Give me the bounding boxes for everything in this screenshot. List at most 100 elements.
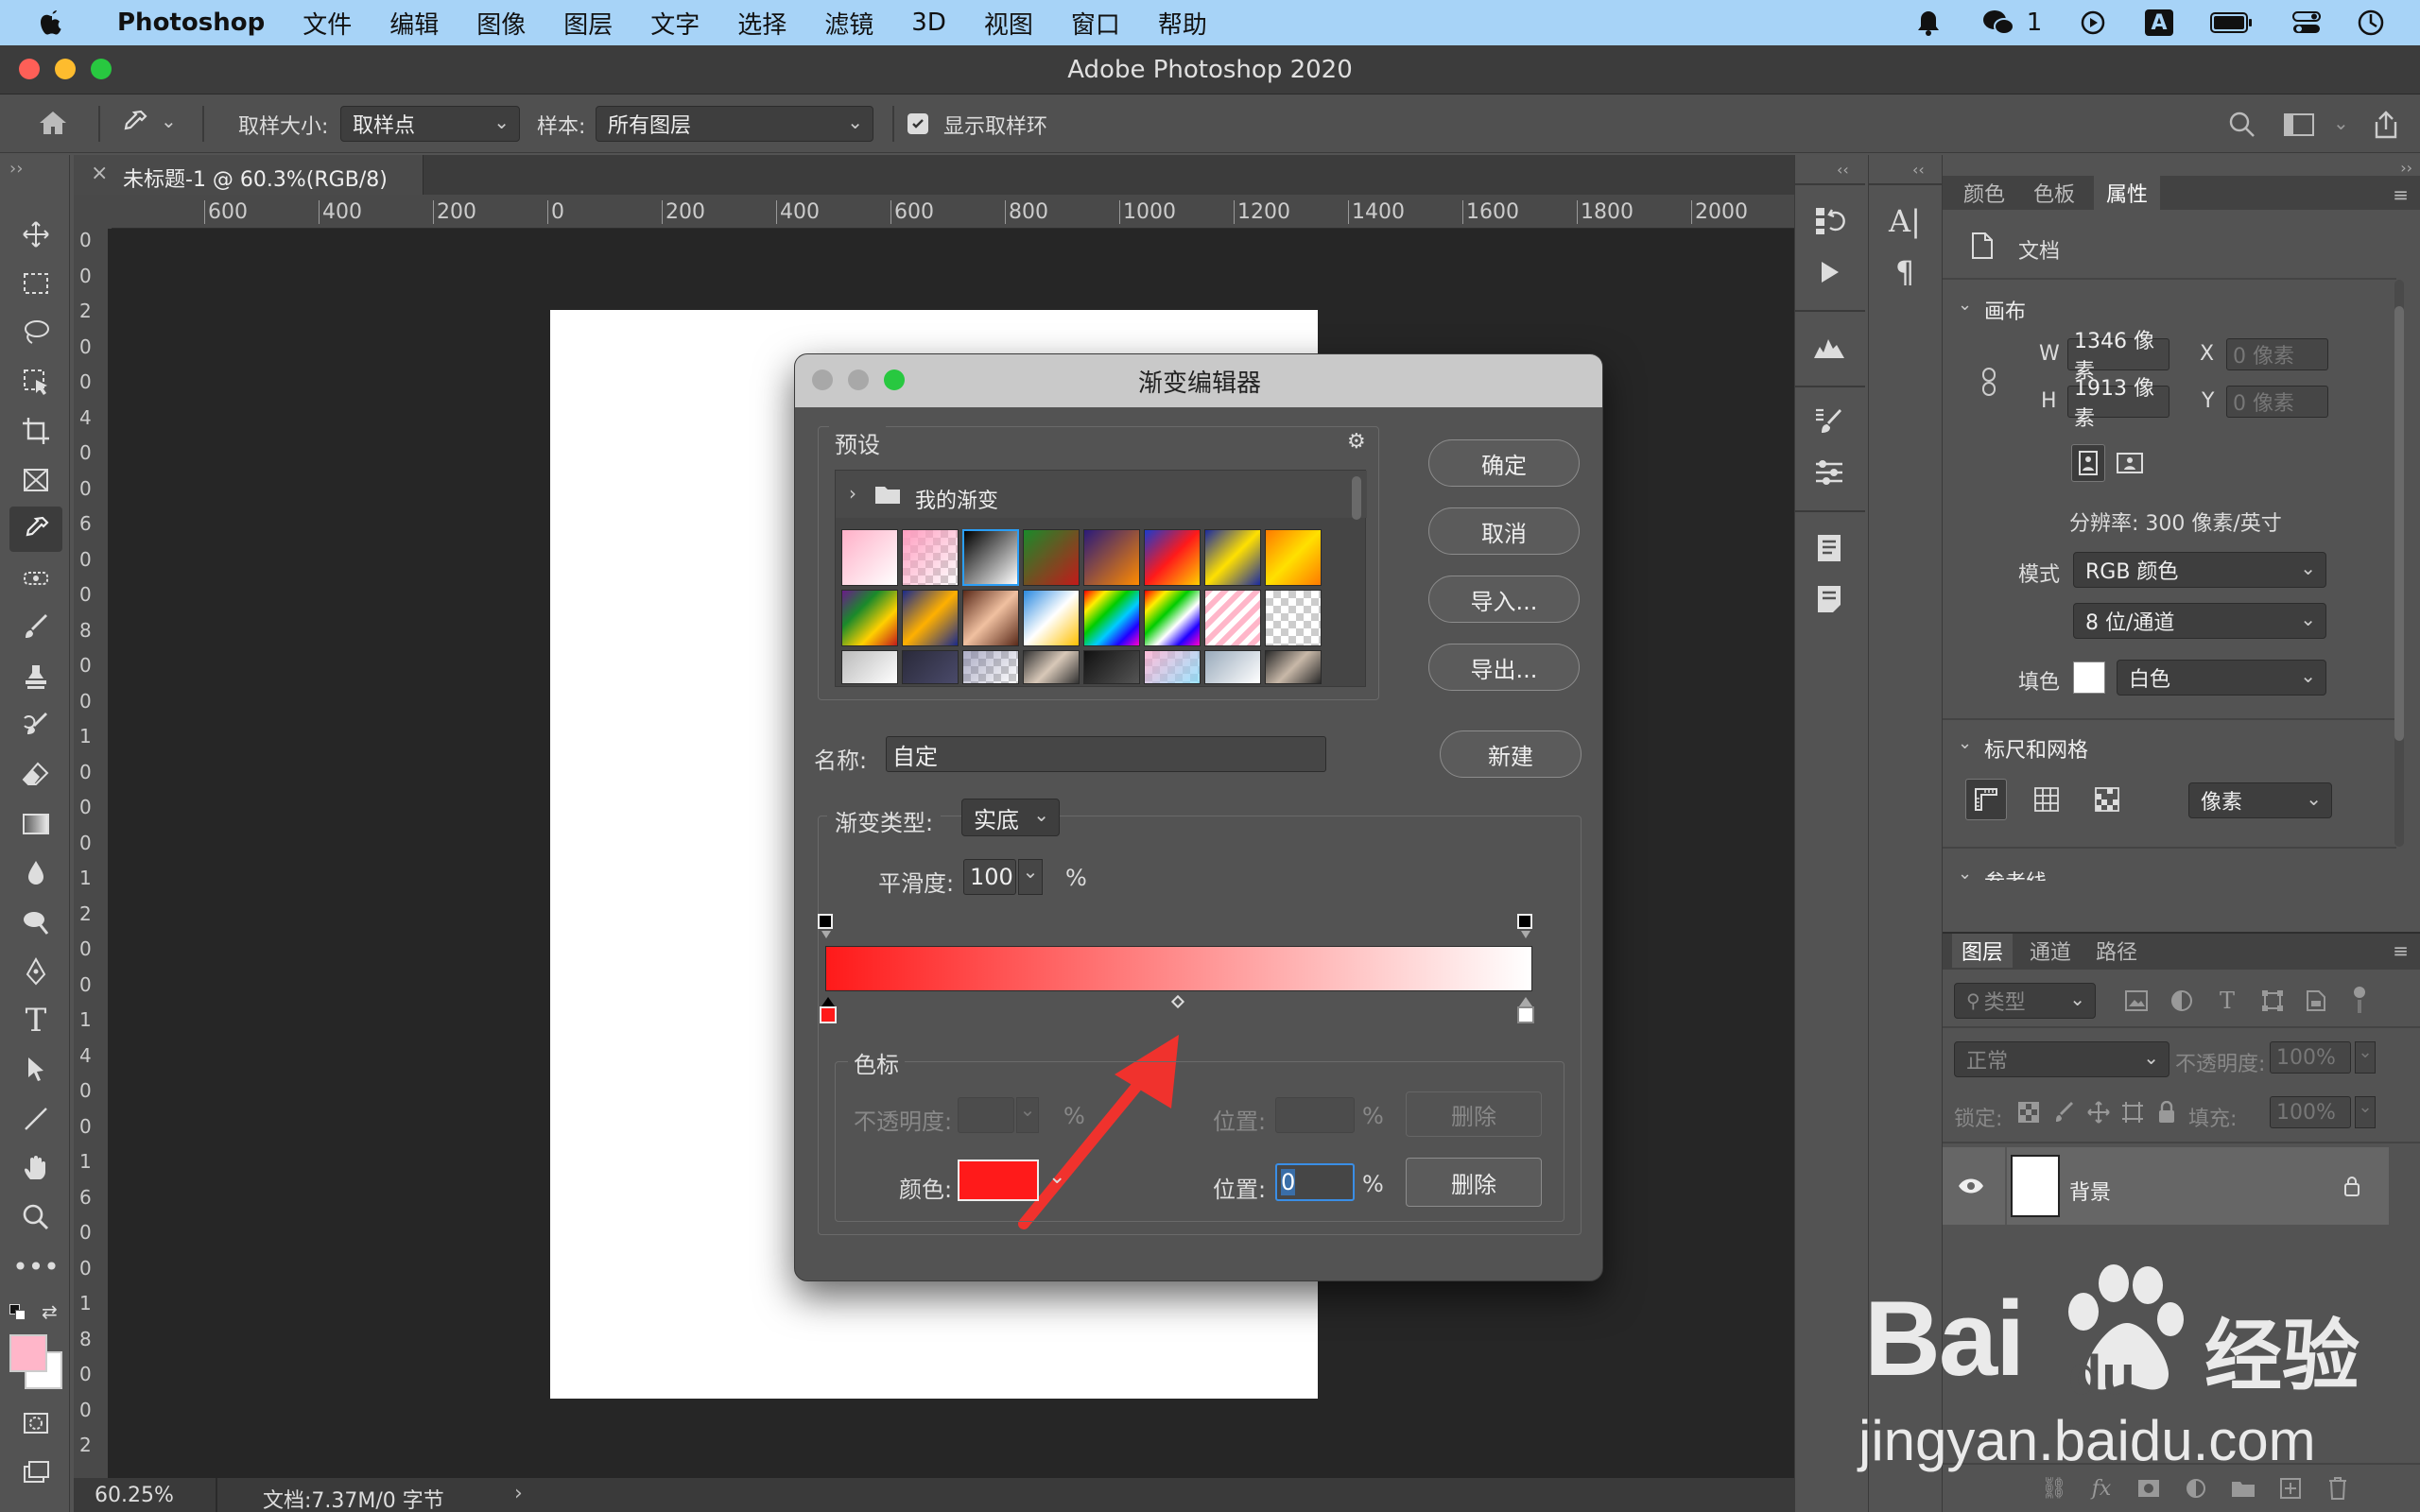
menu-image[interactable]: 图像: [476, 6, 526, 41]
gradient-preset-swatch[interactable]: [1265, 529, 1322, 586]
gradient-preset-swatch[interactable]: [1204, 529, 1261, 586]
properties-scrollbar[interactable]: [2394, 280, 2404, 847]
eyedropper-tool-icon[interactable]: [115, 104, 153, 142]
app-menu[interactable]: Photoshop: [117, 9, 265, 37]
hand-tool-icon[interactable]: [17, 1149, 55, 1187]
width-input[interactable]: 1346 像素: [2067, 330, 2169, 384]
lasso-tool-icon[interactable]: [17, 314, 55, 352]
menu-window[interactable]: 窗口: [1071, 6, 1120, 41]
fill-opacity-chevron-icon[interactable]: ⌄: [2355, 1096, 2376, 1128]
close-tab-icon[interactable]: ×: [91, 162, 108, 185]
adjustments-panel-icon[interactable]: [1810, 454, 1848, 491]
gradient-preset-swatch[interactable]: [1204, 590, 1261, 646]
fill-opacity-input[interactable]: 100%: [2270, 1096, 2351, 1128]
screen-mode-icon[interactable]: [17, 1453, 55, 1491]
filter-pixel-icon[interactable]: [2120, 985, 2152, 1017]
opacity-stop-left[interactable]: [818, 914, 833, 929]
x-input[interactable]: 0 像素: [2226, 338, 2328, 370]
eyedropper-tool-icon[interactable]: [9, 507, 62, 552]
history-panel-icon[interactable]: [1810, 202, 1848, 240]
tab-channels[interactable]: 通道: [2020, 934, 2081, 968]
menu-view[interactable]: 视图: [984, 6, 1033, 41]
gradient-preset-swatch[interactable]: [902, 590, 959, 646]
gradient-tool-icon[interactable]: [17, 805, 55, 843]
actions-panel-icon[interactable]: [1810, 253, 1848, 291]
sample-select[interactable]: 所有图层 ⌄: [596, 106, 873, 142]
dialog-close-button[interactable]: [812, 369, 833, 390]
new-button[interactable]: 新建: [1440, 730, 1582, 778]
dialog-minimize-button[interactable]: [848, 369, 869, 390]
rulers-section-chevron-icon[interactable]: ⌄: [1958, 733, 1972, 753]
marquee-tool-icon[interactable]: [17, 265, 55, 302]
gradient-preset-swatch[interactable]: [1083, 529, 1140, 586]
document-tab[interactable]: × 未标题-1 @ 60.3%(RGB/8): [74, 155, 424, 195]
gradient-preview-bar[interactable]: [825, 946, 1532, 991]
gradient-preset-swatch[interactable]: [1204, 650, 1261, 684]
y-input[interactable]: 0 像素: [2226, 386, 2328, 418]
blur-tool-icon[interactable]: [17, 854, 55, 892]
gradient-preset-swatch[interactable]: [902, 650, 959, 684]
gradient-preset-swatch[interactable]: [1023, 529, 1080, 586]
tab-properties[interactable]: 属性: [2094, 176, 2160, 210]
smoothness-chevron-icon[interactable]: ⌄: [1018, 859, 1043, 895]
collapse-strip-icon[interactable]: ‹‹: [1837, 161, 1849, 179]
bit-depth-select[interactable]: 8 位/通道 ⌄: [2073, 603, 2326, 639]
lock-artboard-icon[interactable]: [2118, 1098, 2147, 1126]
menu-filter[interactable]: 滤镜: [824, 6, 873, 41]
collapse-strip-icon[interactable]: ‹‹: [1912, 161, 1925, 179]
status-menu-arrow-icon[interactable]: ›: [514, 1482, 523, 1505]
menu-3d[interactable]: 3D: [911, 9, 946, 37]
eraser-tool-icon[interactable]: [17, 756, 55, 794]
history-brush-tool-icon[interactable]: [17, 707, 55, 745]
type-tool-icon[interactable]: T: [17, 1002, 55, 1040]
cancel-button[interactable]: 取消: [1428, 507, 1580, 555]
gradient-preset-swatch[interactable]: [841, 529, 898, 586]
zoom-tool-icon[interactable]: [17, 1198, 55, 1236]
battery-icon[interactable]: [2208, 0, 2256, 45]
expand-toolbar-icon[interactable]: ››: [9, 159, 23, 179]
tool-preset-chevron-icon[interactable]: ⌄: [161, 110, 177, 132]
smoothness-input[interactable]: 100: [963, 859, 1016, 895]
menu-type[interactable]: 文字: [650, 6, 700, 41]
tab-color[interactable]: 颜色: [1954, 176, 2014, 210]
dialog-zoom-button[interactable]: [884, 369, 905, 390]
filter-smart-object-icon[interactable]: [2300, 985, 2332, 1017]
color-stop-right[interactable]: [1517, 1006, 1534, 1023]
control-center-icon[interactable]: [2288, 0, 2325, 45]
tab-layers[interactable]: 图层: [1952, 934, 2013, 968]
gradient-preset-swatch[interactable]: [841, 650, 898, 684]
link-dimensions-icon[interactable]: [1977, 365, 2001, 399]
brush-tool-icon[interactable]: [17, 609, 55, 646]
height-input[interactable]: 1913 像素: [2067, 377, 2169, 431]
brush-settings-icon[interactable]: [1810, 403, 1848, 440]
object-select-tool-icon[interactable]: [17, 363, 55, 401]
pixel-grid-toggle-icon[interactable]: [2086, 779, 2128, 820]
path-selection-tool-icon[interactable]: [17, 1051, 55, 1089]
workspace-chevron-icon[interactable]: ⌄: [2333, 112, 2349, 134]
guides-section-chevron-icon[interactable]: ⌄: [1958, 864, 1972, 884]
frame-tool-icon[interactable]: [17, 461, 55, 499]
gradient-type-select[interactable]: 实底 ⌄: [961, 799, 1060, 836]
import-button[interactable]: 导入...: [1428, 576, 1580, 623]
delete-color-stop-button[interactable]: 删除: [1406, 1158, 1542, 1207]
tab-swatches[interactable]: 色板: [2024, 176, 2084, 210]
gradient-preset-swatch[interactable]: [1144, 529, 1201, 586]
opacity-input[interactable]: 100%: [2270, 1041, 2351, 1074]
filter-adjustment-icon[interactable]: [2166, 985, 2198, 1017]
home-icon[interactable]: [32, 104, 74, 142]
layer-filter-select[interactable]: ⚲ 类型 ⌄: [1954, 983, 2096, 1019]
panel-menu-icon[interactable]: ≡: [2393, 183, 2409, 206]
presets-gear-icon[interactable]: ⚙: [1347, 430, 1366, 454]
stop-opacity-chevron-icon[interactable]: ⌄: [1016, 1097, 1039, 1133]
layers-menu-icon[interactable]: ≡: [2393, 939, 2409, 962]
siri-icon[interactable]: [2352, 0, 2390, 45]
notes-panel-icon[interactable]: [1810, 580, 1848, 618]
move-tool-icon[interactable]: [17, 215, 55, 253]
opacity-chevron-icon[interactable]: ⌄: [2355, 1041, 2376, 1074]
gradient-preset-swatch[interactable]: [1083, 650, 1140, 684]
gradient-preset-swatch[interactable]: [962, 650, 1019, 684]
apple-icon[interactable]: [40, 9, 64, 37]
filter-toggle[interactable]: [2351, 987, 2368, 1013]
fill-select[interactable]: 白色 ⌄: [2117, 660, 2326, 696]
default-colors-icon[interactable]: [9, 1304, 26, 1321]
